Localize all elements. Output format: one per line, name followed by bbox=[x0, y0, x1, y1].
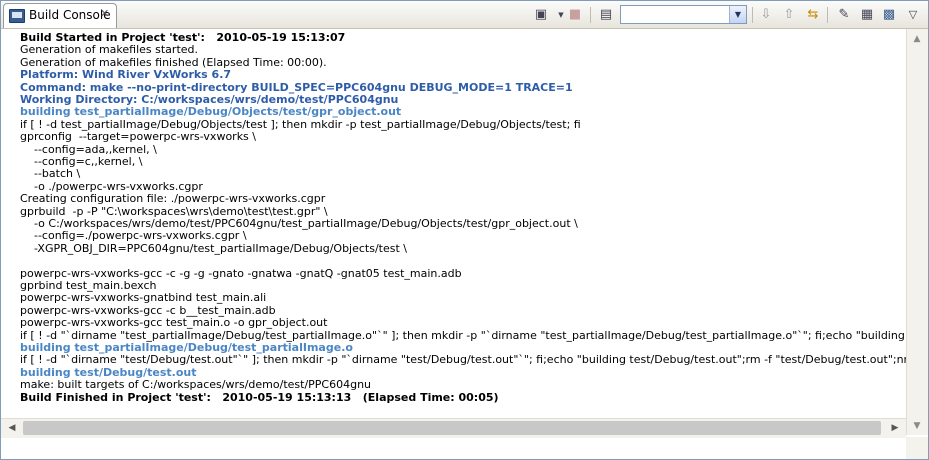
console-line: Generation of makefiles started. bbox=[20, 43, 199, 57]
vertical-scrollbar[interactable]: ▲ ▼ bbox=[906, 29, 928, 435]
scroll-down-icon[interactable]: ▼ bbox=[909, 418, 925, 434]
console-output[interactable]: Build Started in Project 'test': 2010-05… bbox=[1, 29, 906, 418]
scroll-left-icon[interactable]: ◀ bbox=[4, 420, 20, 436]
console-line: if [ ! -d "`dirname "test_partialImage/D… bbox=[20, 328, 905, 342]
console-line: Generation of makefiles finished (Elapse… bbox=[20, 55, 327, 69]
console-line: building test_partialImage/Debug/test_pa… bbox=[20, 341, 353, 354]
console-line: make: built targets of C:/workspaces/wrs… bbox=[20, 378, 372, 392]
console-line: Build Finished in Project 'test': 2010-0… bbox=[20, 390, 499, 404]
toolbar-separator bbox=[590, 7, 591, 23]
close-icon[interactable]: ✕ bbox=[100, 7, 109, 20]
toolbar-separator bbox=[827, 7, 828, 23]
scroll-up-icon[interactable]: ▲ bbox=[909, 31, 925, 47]
combo-dropdown-button[interactable]: ▼ bbox=[729, 6, 746, 23]
console-line: powerpc-wrs-vxworks-gnatbind test_main.a… bbox=[20, 291, 267, 305]
clear-console-icon[interactable]: ✎ bbox=[834, 5, 854, 25]
console-line: gprbind test_main.bexch bbox=[20, 279, 157, 292]
console-line: gprconfig --target=powerpc-wrs-vxworks \ bbox=[20, 130, 256, 144]
view-menu-icon[interactable]: ▽ bbox=[903, 5, 923, 25]
console-line: --config=c,,kernel, \ bbox=[20, 155, 143, 168]
console-line: Creating configuration file: ./powerpc-w… bbox=[20, 192, 326, 206]
link-with-editor-icon[interactable]: ⇆ bbox=[803, 5, 823, 25]
scroll-lock-icon[interactable]: ▦ bbox=[857, 5, 877, 25]
save-icon[interactable]: ▩ bbox=[879, 5, 899, 25]
console-line: -o C:/workspaces/wrs/demo/test/PPC604gnu… bbox=[20, 217, 578, 230]
console-line: powerpc-wrs-vxworks-gcc test_main.o -o g… bbox=[20, 316, 328, 330]
display-selected-console-icon[interactable]: ▤ bbox=[596, 5, 616, 25]
console-line: building test_partialImage/Debug/Objects… bbox=[20, 105, 402, 119]
pin-console-icon[interactable]: ▣ bbox=[531, 5, 551, 25]
console-line: Working Directory: C:/workspaces/wrs/dem… bbox=[20, 93, 399, 106]
next-error-icon[interactable]: ⇩ bbox=[756, 5, 776, 25]
tab-label: Build Console bbox=[29, 8, 111, 22]
console-icon bbox=[9, 9, 25, 23]
horizontal-scroll-thumb[interactable] bbox=[23, 421, 881, 435]
console-line: if [ ! -d "`dirname "test/Debug/test.out… bbox=[20, 353, 906, 367]
console-line: -o ./powerpc-wrs-vxworks.cgpr bbox=[20, 179, 203, 193]
console-line: powerpc-wrs-vxworks-gcc -c b__test_main.… bbox=[20, 303, 276, 317]
scroll-right-icon[interactable]: ▶ bbox=[887, 420, 903, 436]
tab-build-console[interactable]: Build Console ✕ bbox=[3, 3, 117, 28]
stop-icon[interactable]: ■ bbox=[565, 5, 585, 25]
toolbar-separator bbox=[752, 7, 753, 23]
console-line: -XGPR_OBJ_DIR=PPC604gnu/test_partialImag… bbox=[20, 241, 408, 255]
console-line: Platform: Wind River VxWorks 6.7 bbox=[20, 68, 232, 82]
console-line: gprbuild -p -P "C:\workspaces\wrs\demo\t… bbox=[20, 204, 328, 218]
previous-error-icon[interactable]: ⇧ bbox=[779, 5, 799, 25]
console-line: powerpc-wrs-vxworks-gcc -c -g -g -gnato … bbox=[20, 266, 462, 280]
console-line: --config=ada,,kernel, \ bbox=[20, 142, 157, 156]
console-select-combo[interactable]: ▼ bbox=[620, 5, 747, 24]
console-line: Build Started in Project 'test': 2010-05… bbox=[20, 31, 346, 44]
scrollbar-corner bbox=[906, 437, 928, 459]
console-line: building test/Debug/test.out bbox=[20, 365, 197, 379]
console-line: --batch \ bbox=[20, 167, 81, 181]
build-console-view: Build Console ✕ ▣ ▼ ■ ▤ ▼ ⇩ ⇧ ⇆ ✎ ▦ ▩ ▽ … bbox=[0, 0, 929, 460]
console-line: Command: make --no-print-directory BUILD… bbox=[20, 80, 573, 94]
console-line: if [ ! -d test_partialImage/Debug/Object… bbox=[20, 117, 581, 131]
horizontal-scrollbar[interactable]: ◀ ▶ bbox=[1, 418, 906, 438]
view-title-bar: Build Console ✕ ▣ ▼ ■ ▤ ▼ ⇩ ⇧ ⇆ ✎ ▦ ▩ ▽ bbox=[1, 1, 928, 29]
console-line: --config=./powerpc-wrs-vxworks.cgpr \ bbox=[20, 229, 247, 243]
